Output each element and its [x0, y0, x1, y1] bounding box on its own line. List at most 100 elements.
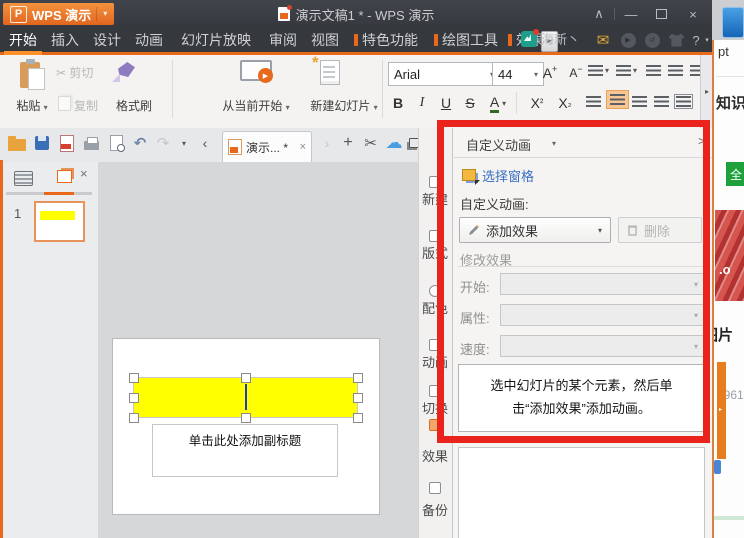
italic-button[interactable]: I: [412, 92, 432, 114]
help-icon[interactable]: ?: [689, 28, 703, 52]
titlebar-separator: [614, 8, 615, 20]
format-painter-button[interactable]: 格式刷: [108, 97, 160, 114]
side-item-backup[interactable]: 备份: [421, 500, 449, 519]
undo-button[interactable]: ↶: [131, 134, 149, 152]
resize-handle-bottom-left[interactable]: [129, 413, 139, 423]
close-icon: ×: [689, 6, 697, 22]
resize-handle-top-left[interactable]: [129, 373, 139, 383]
tab-scroll-right: ›: [320, 134, 334, 152]
increase-indent-button[interactable]: [668, 63, 683, 81]
document-tab-label: 演示... *: [246, 140, 289, 155]
tab-home[interactable]: 开始: [6, 28, 40, 52]
new-slide-button[interactable]: 新建幻灯片 ▾: [298, 97, 390, 114]
resize-handle-top-middle[interactable]: [241, 373, 251, 383]
underline-button[interactable]: U: [436, 92, 456, 114]
scissors-icon: ✂: [56, 66, 67, 80]
start-from-current-button[interactable]: 从当前开始 ▾: [208, 97, 304, 114]
resize-handle-middle-left[interactable]: [129, 393, 139, 403]
document-tab[interactable]: 演示... * ×: [222, 131, 312, 162]
align-left-button[interactable]: [586, 94, 601, 112]
resize-handle-middle-right[interactable]: [353, 393, 363, 403]
outline-view-icon[interactable]: [14, 171, 33, 186]
resize-handle-top-right[interactable]: [353, 373, 363, 383]
accent-bar: [434, 34, 438, 46]
resize-handle-bottom-right[interactable]: [353, 413, 363, 423]
tab-animation[interactable]: 动画: [132, 28, 166, 52]
panel-close-icon[interactable]: ×: [80, 166, 88, 181]
paste-button[interactable]: 粘贴 ▾: [6, 97, 58, 114]
tab-insert[interactable]: 插入: [48, 28, 82, 52]
play-circle-icon[interactable]: ▶: [620, 28, 636, 52]
justify-button[interactable]: [654, 94, 669, 112]
tab-design[interactable]: 设计: [90, 28, 124, 52]
subscript-button[interactable]: X₂: [552, 92, 578, 114]
mail-icon[interactable]: ✉: [594, 28, 612, 52]
tab-review[interactable]: 审阅: [266, 28, 300, 52]
slides-view-icon[interactable]: [57, 170, 72, 183]
tab-view[interactable]: 视图: [308, 28, 342, 52]
screenshot-button[interactable]: ✂: [362, 134, 379, 152]
wps-p-icon: P: [10, 5, 27, 23]
tab-slideshow[interactable]: 幻灯片放映: [172, 28, 260, 52]
overlay-green-line: [714, 516, 744, 520]
quickbar-caret[interactable]: ▾: [178, 134, 190, 152]
tab-scroll-left[interactable]: ‹: [198, 134, 212, 152]
maximize-button[interactable]: [648, 0, 674, 28]
new-tab-button[interactable]: +: [340, 134, 356, 152]
scissors-icon: ✂: [364, 135, 377, 152]
tab-close-icon[interactable]: ×: [300, 141, 306, 153]
plus-icon: +: [343, 134, 353, 151]
resize-handle-bottom-middle[interactable]: [241, 413, 251, 423]
close-button[interactable]: ×: [680, 0, 706, 28]
align-center-button[interactable]: [606, 90, 629, 109]
font-size-combo[interactable]: 44 ▾: [492, 62, 544, 86]
strikethrough-button[interactable]: S: [460, 92, 480, 114]
export-pdf-button[interactable]: [58, 134, 75, 152]
print-button[interactable]: [82, 134, 101, 152]
account-name[interactable]: 海新丶: [541, 28, 580, 52]
slide-thumbnail[interactable]: [34, 201, 85, 242]
decrease-indent-button[interactable]: [646, 63, 661, 81]
ribbon-divider: [172, 60, 173, 118]
chevron-down-icon: ▾: [43, 103, 48, 112]
overlay-orange-scrollbar: ▸: [717, 362, 726, 459]
tab-special-features[interactable]: 特色功能: [346, 28, 426, 52]
numbered-list-button[interactable]: [616, 63, 631, 81]
presentation-file-icon: [277, 5, 292, 21]
cloud-icon: ☁: [385, 133, 403, 152]
minimize-button[interactable]: —: [618, 0, 644, 28]
save-button[interactable]: [33, 134, 51, 152]
chevron-up-icon: ∧: [594, 6, 604, 21]
cloud-sync-button[interactable]: ☁: [385, 133, 403, 152]
background-window-icon: [722, 7, 744, 38]
distribute-text-button[interactable]: [674, 94, 693, 112]
superscript-button[interactable]: X²: [524, 92, 550, 114]
skin-icon[interactable]: [668, 28, 685, 52]
view-toggle-active-segment: [44, 192, 74, 195]
grow-font-button[interactable]: A +: [538, 62, 562, 84]
chevron-right-icon: ›: [324, 135, 330, 151]
shrink-font-button[interactable]: A −: [564, 62, 588, 84]
print-preview-button[interactable]: [108, 134, 125, 152]
chevron-down-icon[interactable]: ▾: [605, 66, 609, 75]
bullet-list-button[interactable]: [588, 63, 603, 81]
align-right-button[interactable]: [632, 94, 647, 112]
wps-account-icon[interactable]: [521, 29, 539, 47]
ribbon-collapse-button[interactable]: ∧: [586, 0, 612, 28]
font-color-button[interactable]: A ▾: [484, 92, 512, 114]
font-name-combo[interactable]: Arial▾: [388, 62, 500, 86]
side-item-effect[interactable]: 效果: [421, 446, 449, 465]
accent-bar: [508, 34, 512, 46]
open-file-button[interactable]: [7, 134, 27, 152]
help-caret-icon[interactable]: ▾: [702, 28, 712, 52]
cut-button: ✂ 剪切: [56, 66, 94, 80]
chevron-down-icon[interactable]: ▾: [633, 66, 637, 75]
folder-icon: [8, 135, 26, 151]
subtitle-placeholder[interactable]: 单击此处添加副标题: [152, 424, 338, 477]
presentation-doc-icon: [228, 139, 242, 155]
annotation-red-rectangle: [437, 120, 710, 443]
bold-button[interactable]: B: [388, 92, 408, 114]
sync-circle-icon[interactable]: ↺: [644, 28, 660, 52]
wps-menu-button[interactable]: P WPS 演示 ▾: [3, 3, 115, 25]
tab-drawing-tools[interactable]: 绘图工具: [426, 28, 506, 52]
